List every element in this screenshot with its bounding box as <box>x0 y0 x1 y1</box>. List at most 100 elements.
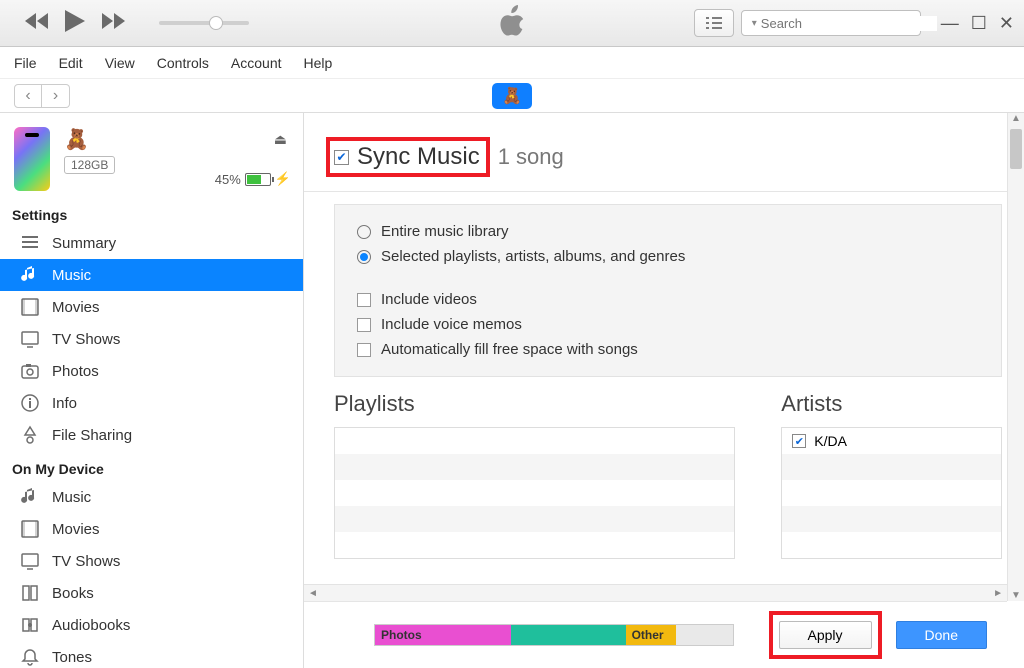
playlists-list[interactable] <box>334 427 735 559</box>
view-mode-button[interactable] <box>694 9 734 37</box>
menu-view[interactable]: View <box>105 55 135 71</box>
music-icon <box>20 487 40 507</box>
device-name-icon: 🧸 <box>64 127 115 152</box>
tv-icon <box>20 329 40 349</box>
device-item-movies[interactable]: Movies <box>0 513 303 545</box>
sidebar: 🧸 128GB ⏏ 45% ⚡ Settings Summary Music Mov… <box>0 113 304 668</box>
radio-selected-playlists[interactable] <box>357 250 371 264</box>
battery-percent: 45% <box>215 172 241 187</box>
usage-segment: Other <box>626 625 676 645</box>
label-selected-playlists: Selected playlists, artists, albums, and… <box>381 248 685 265</box>
horizontal-scrollbar[interactable]: ◄► <box>304 584 1007 601</box>
sidebar-item-label: Movies <box>52 521 100 538</box>
sidebar-item-label: Music <box>52 267 91 284</box>
artist-row[interactable]: K/DA <box>782 428 1001 454</box>
highlight-sync-music: Sync Music <box>326 137 490 177</box>
playback-toolbar: ▾ — ☐ ✕ <box>0 0 1024 47</box>
sidebar-item-label: Books <box>52 585 94 602</box>
vertical-scrollbar[interactable]: ▲▼ <box>1007 113 1024 601</box>
device-selector[interactable]: 🧸 <box>492 83 532 109</box>
sidebar-item-file-sharing[interactable]: File Sharing <box>0 419 303 451</box>
radio-entire-library[interactable] <box>357 225 371 239</box>
volume-slider[interactable] <box>159 21 249 25</box>
forward-button-nav[interactable]: › <box>42 84 70 108</box>
apple-logo-icon <box>498 5 526 42</box>
sync-options-panel: Entire music library Selected playlists,… <box>334 204 1002 377</box>
sidebar-item-tv-shows[interactable]: TV Shows <box>0 323 303 355</box>
chk-include-videos[interactable] <box>357 293 371 307</box>
device-item-tones[interactable]: Tones <box>0 641 303 668</box>
done-button[interactable]: Done <box>896 621 987 649</box>
forward-button[interactable] <box>101 13 125 34</box>
battery-icon <box>245 173 271 186</box>
chevron-down-icon: ▾ <box>752 18 757 29</box>
menu-file[interactable]: File <box>14 55 37 71</box>
content-pane: Sync Music 1 song Entire music library S… <box>304 113 1024 668</box>
sidebar-item-summary[interactable]: Summary <box>0 227 303 259</box>
artist-name: K/DA <box>814 433 847 449</box>
sidebar-item-label: Movies <box>52 299 100 316</box>
storage-usage-bar: Photos Other <box>374 624 734 646</box>
sidebar-item-label: Tones <box>52 649 92 666</box>
rewind-button[interactable] <box>25 13 49 34</box>
film-icon <box>20 297 40 317</box>
device-thumbnail <box>14 127 50 191</box>
sync-music-checkbox[interactable] <box>334 150 349 165</box>
label-include-voice: Include voice memos <box>381 316 522 333</box>
usage-segment: Photos <box>375 625 511 645</box>
music-icon <box>20 265 40 285</box>
bell-icon <box>20 647 40 667</box>
search-input[interactable]: ▾ <box>741 10 921 36</box>
bottom-bar: Photos Other Apply Done <box>304 601 1007 668</box>
sync-music-title: Sync Music <box>357 143 480 171</box>
sidebar-item-label: TV Shows <box>52 553 120 570</box>
menu-account[interactable]: Account <box>231 55 282 71</box>
sidebar-item-movies[interactable]: Movies <box>0 291 303 323</box>
tv-icon <box>20 551 40 571</box>
minimize-button[interactable]: — <box>941 13 959 34</box>
audiobook-icon <box>20 615 40 635</box>
sidebar-item-label: Music <box>52 489 91 506</box>
device-item-books[interactable]: Books <box>0 577 303 609</box>
sidebar-item-label: Summary <box>52 235 116 252</box>
sidebar-item-photos[interactable]: Photos <box>0 355 303 387</box>
sidebar-item-label: Info <box>52 395 77 412</box>
sidebar-item-label: TV Shows <box>52 331 120 348</box>
menu-edit[interactable]: Edit <box>59 55 83 71</box>
list-icon <box>20 233 40 253</box>
maximize-button[interactable]: ☐ <box>971 13 987 34</box>
camera-icon <box>20 361 40 381</box>
close-button[interactable]: ✕ <box>999 13 1014 34</box>
artist-checkbox[interactable] <box>792 434 806 448</box>
device-item-audiobooks[interactable]: Audiobooks <box>0 609 303 641</box>
label-autofill: Automatically fill free space with songs <box>381 341 638 358</box>
highlight-apply: Apply <box>769 611 882 659</box>
device-item-music[interactable]: Music <box>0 481 303 513</box>
device-item-tv-shows[interactable]: TV Shows <box>0 545 303 577</box>
chk-autofill[interactable] <box>357 343 371 357</box>
app-menubar: File Edit View Controls Account Help <box>0 47 1024 79</box>
artists-list[interactable]: K/DA <box>781 427 1002 559</box>
label-include-videos: Include videos <box>381 291 477 308</box>
info-icon <box>20 393 40 413</box>
artists-header: Artists <box>781 391 1002 417</box>
song-count: 1 song <box>498 144 564 170</box>
settings-header: Settings <box>0 197 303 227</box>
label-entire-library: Entire music library <box>381 223 509 240</box>
sidebar-item-music[interactable]: Music <box>0 259 303 291</box>
menu-controls[interactable]: Controls <box>157 55 209 71</box>
usage-segment <box>511 625 626 645</box>
sidebar-item-label: Audiobooks <box>52 617 130 634</box>
sidebar-item-info[interactable]: Info <box>0 387 303 419</box>
sidebar-item-label: Photos <box>52 363 99 380</box>
navigation-bar: ‹ › 🧸 <box>0 79 1024 113</box>
apply-button[interactable]: Apply <box>779 621 872 649</box>
eject-button[interactable]: ⏏ <box>274 131 287 148</box>
share-icon <box>20 425 40 445</box>
play-button[interactable] <box>65 10 85 37</box>
device-storage: 128GB <box>64 156 115 174</box>
menu-help[interactable]: Help <box>304 55 333 71</box>
charging-icon: ⚡ <box>275 171 291 187</box>
chk-include-voice[interactable] <box>357 318 371 332</box>
back-button[interactable]: ‹ <box>14 84 42 108</box>
